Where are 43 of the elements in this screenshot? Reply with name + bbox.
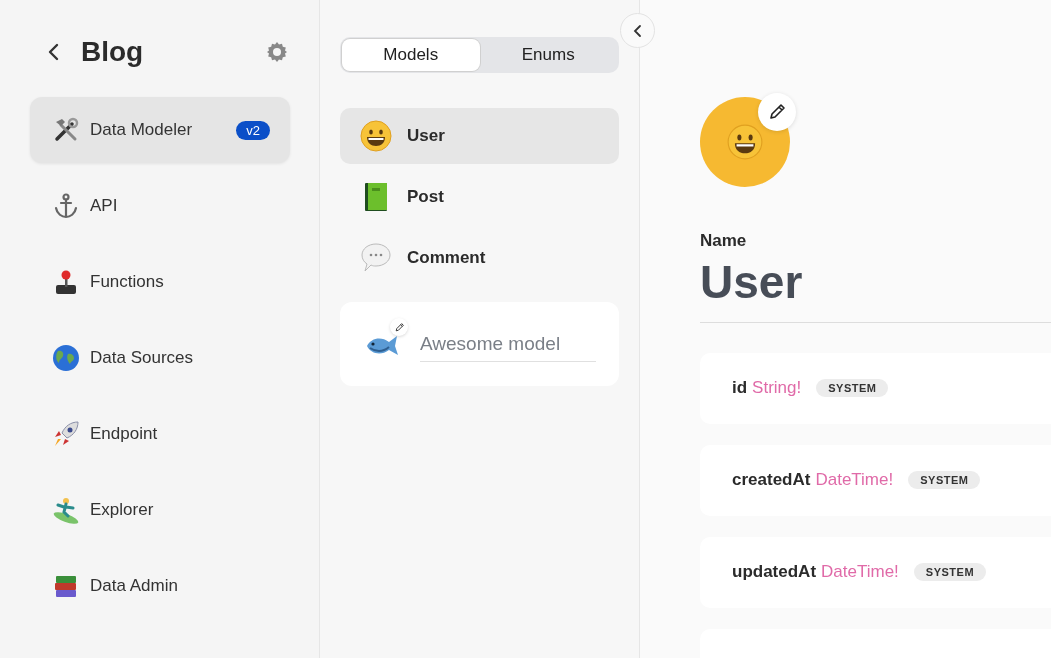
field-card[interactable]: id String! SYSTEM — [700, 352, 1051, 424]
field-type: String! — [752, 378, 802, 399]
nav-item[interactable]: Data Modeler v2 — [30, 97, 290, 163]
globe-icon — [52, 344, 80, 372]
nav-item[interactable]: Data Sources — [30, 325, 290, 391]
pencil-icon — [767, 102, 787, 122]
field-type: DateTime! — [821, 562, 899, 583]
system-tag: SYSTEM — [913, 563, 987, 582]
project-title: Blog — [81, 36, 145, 68]
segment-tab[interactable]: Models — [342, 39, 480, 71]
smiley-icon — [727, 124, 763, 160]
field-name: id — [732, 378, 748, 399]
nav-item[interactable]: Endpoint — [30, 401, 290, 467]
field-card[interactable]: createdAt DateTime! SYSTEM — [700, 444, 1051, 516]
speech-bubble-icon — [360, 242, 392, 274]
rocket-icon — [52, 420, 80, 448]
nav-item[interactable]: Functions — [30, 249, 290, 315]
nav-item[interactable]: Explorer — [30, 477, 290, 543]
model-item[interactable]: User — [340, 108, 619, 164]
field-type: DateTime! — [815, 470, 894, 491]
settings-button[interactable] — [265, 40, 289, 64]
version-badge: v2 — [236, 120, 270, 140]
model-item[interactable]: Comment — [340, 230, 619, 286]
edit-avatar-button[interactable] — [758, 93, 796, 131]
pencil-icon — [393, 321, 405, 333]
model-name: User — [700, 257, 1051, 323]
new-model-card[interactable]: Awesome model — [340, 302, 619, 386]
field-name: createdAt — [732, 470, 811, 491]
system-tag: SYSTEM — [908, 471, 981, 490]
system-tag: SYSTEM — [816, 379, 889, 398]
nav-item[interactable]: Data Admin — [30, 553, 290, 619]
edit-icon-button[interactable] — [390, 318, 408, 336]
field-name: updatedAt — [732, 562, 817, 583]
surfer-icon — [52, 496, 80, 524]
nav-item[interactable]: API — [30, 173, 290, 239]
model-item[interactable]: Post — [340, 169, 619, 225]
smiley-icon — [360, 120, 392, 152]
name-label: Name — [700, 231, 748, 251]
tools-icon — [52, 116, 80, 144]
settings-icon — [265, 40, 289, 64]
field-card[interactable]: updatedAt DateTime! SYSTEM — [700, 536, 1051, 608]
anchor-icon — [52, 192, 80, 220]
segment-tab[interactable]: Enums — [479, 39, 617, 71]
